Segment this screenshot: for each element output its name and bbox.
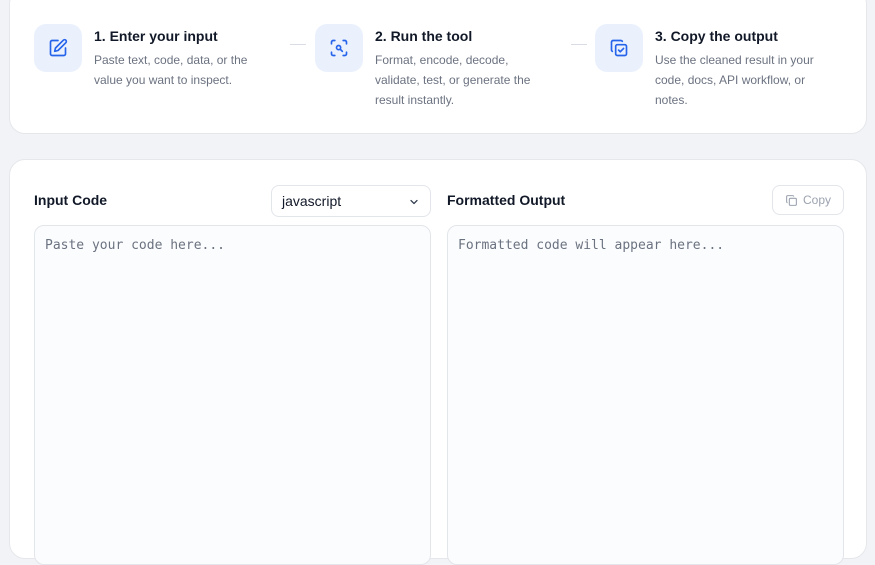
step-separator [290, 44, 306, 45]
steps-card: 1. Enter your input Paste text, code, da… [9, 0, 867, 134]
step-title: 3. Copy the output [655, 28, 778, 44]
step-description: Format, encode, decode, validate, test, … [375, 53, 531, 107]
formatted-output-area[interactable]: Formatted code will appear here... [447, 225, 844, 565]
step-separator [571, 44, 587, 45]
formatted-output-label: Formatted Output [447, 192, 566, 208]
input-placeholder: Paste your code here... [45, 238, 226, 253]
input-code-editor[interactable]: Paste your code here... [34, 225, 431, 565]
language-select-value: javascript [282, 193, 342, 209]
step-enter-input: 1. Enter your input Paste text, code, da… [34, 24, 247, 90]
edit-icon [34, 24, 82, 72]
step-description: Paste text, code, data, or the value you… [94, 53, 248, 87]
output-placeholder: Formatted code will appear here... [458, 238, 725, 253]
step-run-tool: 2. Run the tool Format, encode, decode, … [315, 24, 530, 110]
input-code-label: Input Code [34, 192, 108, 208]
step-description: Use the cleaned result in your code, doc… [655, 53, 814, 107]
step-title: 2. Run the tool [375, 28, 473, 44]
formatter-card: Input Code javascript Formatted Output C… [9, 159, 867, 565]
copy-button[interactable]: Copy [772, 185, 844, 215]
chevron-down-icon [410, 199, 418, 205]
copy-check-icon [595, 24, 643, 72]
scan-search-icon [315, 24, 363, 72]
copy-button-label: Copy [802, 193, 831, 207]
language-select[interactable]: javascript [271, 185, 431, 217]
step-copy-output: 3. Copy the output Use the cleaned resul… [595, 24, 814, 110]
step-title: 1. Enter your input [94, 28, 218, 44]
copy-icon [786, 194, 797, 206]
